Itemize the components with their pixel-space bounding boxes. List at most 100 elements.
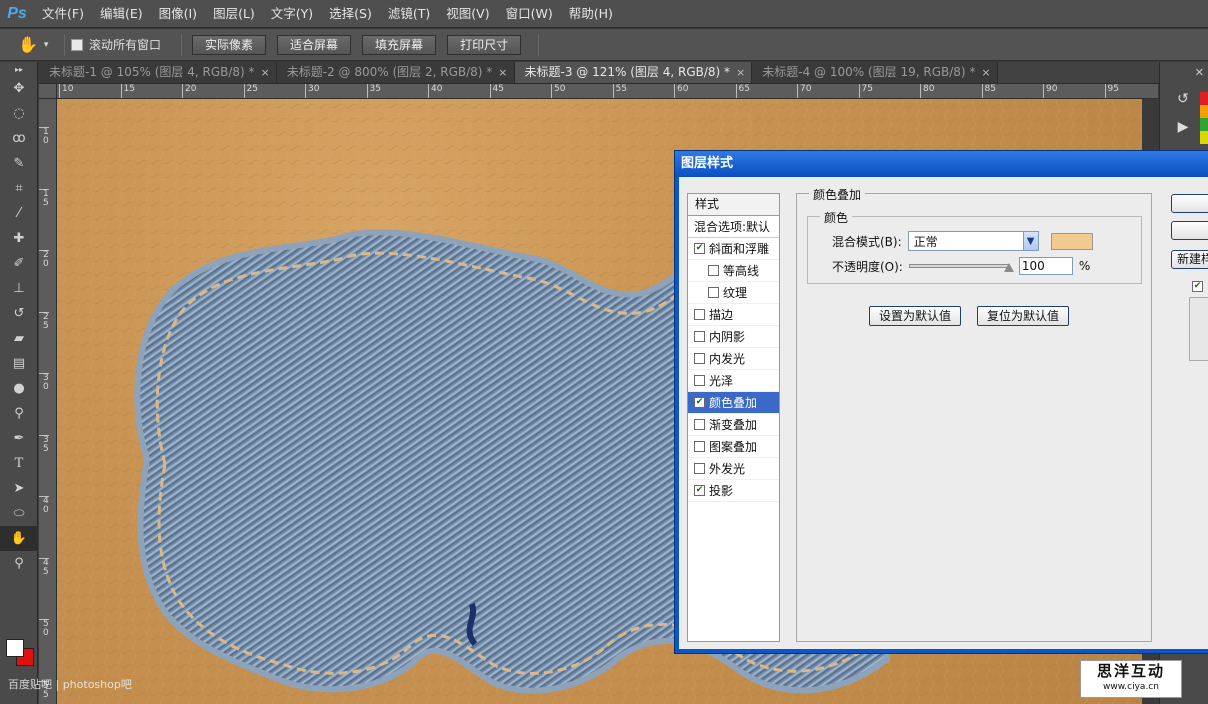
style-item[interactable]: 等高线 bbox=[688, 260, 779, 282]
menu-item[interactable]: 文件(F) bbox=[34, 0, 92, 28]
style-item[interactable]: ✔ 投影 bbox=[688, 480, 779, 502]
style-item-checkbox[interactable] bbox=[694, 331, 705, 342]
preview-checkbox-box[interactable]: ✔ bbox=[1192, 281, 1203, 292]
dialog-title[interactable]: 图层样式 bbox=[675, 151, 1208, 177]
style-item-checkbox[interactable]: ✔ bbox=[694, 397, 705, 408]
style-item[interactable]: 图案叠加 bbox=[688, 436, 779, 458]
style-item[interactable]: ✔ 颜色叠加 bbox=[688, 392, 779, 414]
style-item-checkbox[interactable]: ✔ bbox=[694, 485, 705, 496]
lasso-tool-icon[interactable]: ꝏ bbox=[0, 126, 38, 151]
scroll-all-windows-checkbox[interactable]: 滚动所有窗口 bbox=[71, 36, 161, 53]
style-item[interactable]: 光泽 bbox=[688, 370, 779, 392]
style-item-checkbox[interactable] bbox=[694, 375, 705, 386]
blend-options-item[interactable]: 混合选项:默认 bbox=[688, 216, 779, 238]
style-item-checkbox[interactable]: ✔ bbox=[694, 243, 705, 254]
document-tab[interactable]: 未标题-3 @ 121% (图层 4, RGB/8) * × bbox=[514, 62, 753, 83]
menu-item[interactable]: 视图(V) bbox=[438, 0, 497, 28]
menu-item[interactable]: 编辑(E) bbox=[92, 0, 151, 28]
zoom-option-button[interactable]: 适合屏幕 bbox=[277, 34, 352, 55]
crop-tool-icon[interactable]: ⌗ bbox=[0, 176, 38, 201]
options-bar: ✋ ▾ 滚动所有窗口 实际像素 适合屏幕 填充屏幕 打印尺寸 bbox=[0, 29, 1208, 61]
style-item[interactable]: ✔ 斜面和浮雕 bbox=[688, 238, 779, 260]
blend-mode-select[interactable]: 正常 ▼ bbox=[907, 231, 1039, 251]
menu-item[interactable]: 帮助(H) bbox=[561, 0, 621, 28]
collapse-arrows-icon[interactable]: ▸▸ bbox=[0, 62, 38, 76]
checkbox-box[interactable] bbox=[71, 38, 83, 51]
eraser-tool-icon[interactable]: ▰ bbox=[0, 326, 38, 351]
history-brush-tool-icon[interactable]: ↺ bbox=[0, 301, 38, 326]
document-tab[interactable]: 未标题-2 @ 800% (图层 2, RGB/8) * × bbox=[276, 62, 515, 83]
foreground-color-swatch[interactable] bbox=[6, 639, 24, 657]
menu-item[interactable]: 滤镜(T) bbox=[380, 0, 438, 28]
brush-tool-icon[interactable]: ✐ bbox=[0, 251, 38, 276]
zoom-tool-icon[interactable]: ⚲ bbox=[0, 551, 38, 576]
new-style-button[interactable]: 新建样式... bbox=[1171, 250, 1208, 269]
menu-item[interactable]: 图层(L) bbox=[205, 0, 263, 28]
opacity-slider-track[interactable] bbox=[908, 264, 1009, 268]
path-select-tool-icon[interactable]: ➤ bbox=[0, 476, 38, 501]
document-tab[interactable]: 未标题-4 @ 100% (图层 19, RGB/8) * × bbox=[752, 62, 998, 83]
menu-item[interactable]: 选择(S) bbox=[321, 0, 380, 28]
tab-label: 未标题-1 @ 105% (图层 4, RGB/8) * bbox=[49, 65, 255, 79]
style-item-checkbox[interactable] bbox=[694, 441, 705, 452]
eyedropper-tool-icon[interactable]: ⁄ bbox=[0, 201, 38, 226]
zoom-option-button[interactable]: 打印尺寸 bbox=[447, 34, 522, 55]
blur-tool-icon[interactable]: ● bbox=[0, 376, 38, 401]
style-item[interactable]: 描边 bbox=[688, 304, 779, 326]
zoom-option-button[interactable]: 填充屏幕 bbox=[362, 34, 437, 55]
shape-tool-icon[interactable]: ⬭ bbox=[0, 501, 38, 526]
style-item[interactable]: 内发光 bbox=[688, 348, 779, 370]
gradient-tool-icon[interactable]: ▤ bbox=[0, 351, 38, 376]
ok-button[interactable] bbox=[1171, 194, 1208, 213]
dodge-tool-icon[interactable]: ⚲ bbox=[0, 401, 38, 426]
close-tab-icon[interactable]: × bbox=[981, 62, 990, 83]
zoom-option-button[interactable]: 实际像素 bbox=[192, 34, 267, 55]
type-tool-icon[interactable]: T bbox=[0, 451, 38, 476]
document-tab[interactable]: 未标题-1 @ 105% (图层 4, RGB/8) * × bbox=[39, 62, 277, 83]
healing-brush-tool-icon[interactable]: ✚ bbox=[0, 226, 38, 251]
style-item[interactable]: 渐变叠加 bbox=[688, 414, 779, 436]
divider bbox=[181, 33, 183, 56]
overlay-color-swatch[interactable] bbox=[1050, 232, 1093, 250]
style-item-checkbox[interactable] bbox=[708, 287, 719, 298]
style-item-label: 等高线 bbox=[723, 264, 760, 278]
cancel-button[interactable] bbox=[1171, 221, 1208, 240]
menu-item[interactable]: 图像(I) bbox=[151, 0, 205, 28]
menu-item[interactable]: 文字(Y) bbox=[263, 0, 321, 28]
clone-stamp-tool-icon[interactable]: ⊥ bbox=[0, 276, 38, 301]
style-item-checkbox[interactable] bbox=[694, 309, 705, 320]
style-item-checkbox[interactable] bbox=[708, 265, 719, 276]
close-tab-icon[interactable]: × bbox=[498, 62, 507, 83]
close-tab-icon[interactable]: × bbox=[736, 62, 745, 83]
style-item[interactable]: 纹理 bbox=[688, 282, 779, 304]
style-item-checkbox[interactable] bbox=[694, 463, 705, 474]
hand-tool-icon[interactable]: ✋ bbox=[0, 526, 38, 551]
vertical-ruler[interactable]: 10 15 20 25 30 35 40 45 50 55 bbox=[39, 99, 57, 704]
style-item[interactable]: 内阴影 bbox=[688, 326, 779, 348]
reset-default-button[interactable]: 复位为默认值 bbox=[977, 306, 1070, 326]
hand-tool-preset-icon[interactable]: ✋ ▾ bbox=[18, 31, 58, 59]
pen-tool-icon[interactable]: ✒ bbox=[0, 426, 38, 451]
color-swatches[interactable] bbox=[4, 636, 36, 668]
opacity-slider-thumb[interactable] bbox=[1003, 263, 1014, 272]
quick-select-tool-icon[interactable]: ✎ bbox=[0, 151, 38, 176]
chevron-down-icon[interactable]: ▼ bbox=[1022, 232, 1038, 250]
marquee-tool-icon[interactable]: ◌ bbox=[0, 101, 38, 126]
actions-play-icon[interactable]: ▶ bbox=[1168, 116, 1198, 138]
menu-item[interactable]: 窗口(W) bbox=[498, 0, 561, 28]
style-item[interactable]: 外发光 bbox=[688, 458, 779, 480]
styles-header[interactable]: 样式 bbox=[688, 194, 779, 216]
panel-close-icon[interactable]: ✕ bbox=[1195, 66, 1204, 79]
move-tool-icon[interactable]: ✥ bbox=[0, 76, 38, 101]
style-item-checkbox[interactable] bbox=[694, 353, 705, 364]
ruler-tick-label: 15 bbox=[39, 188, 49, 208]
preview-checkbox[interactable]: ✔ bbox=[1192, 277, 1203, 292]
opacity-slider[interactable] bbox=[908, 262, 1014, 272]
close-tab-icon[interactable]: × bbox=[261, 62, 270, 83]
style-item-checkbox[interactable] bbox=[694, 419, 705, 430]
opacity-input[interactable]: 100 bbox=[1018, 257, 1073, 275]
set-default-button[interactable]: 设置为默认值 bbox=[869, 306, 962, 326]
history-panel-icon[interactable]: ↺ bbox=[1168, 88, 1198, 110]
ruler-origin[interactable] bbox=[39, 84, 57, 99]
horizontal-ruler[interactable]: 10 15 20 25 30 35 40 45 50 55 60 65 70 75 80 85 90 95 bbox=[57, 84, 1158, 99]
